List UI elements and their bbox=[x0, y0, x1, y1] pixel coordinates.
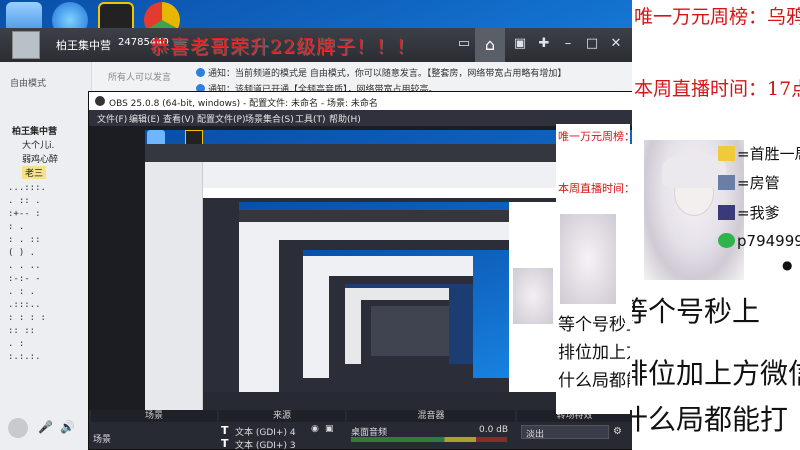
menu-view[interactable]: 查看(V) bbox=[163, 112, 194, 125]
eye-icon[interactable]: ◉ bbox=[311, 424, 319, 434]
group-name[interactable]: 柏王集中营 bbox=[12, 124, 57, 137]
contact-row: =我爹 bbox=[718, 202, 780, 223]
qq-icon: ● bbox=[782, 258, 793, 272]
speak-mode-note: 所有人可以发言 bbox=[108, 73, 172, 83]
scenes-dock-title: 场景 bbox=[91, 410, 217, 422]
notice-line: 通知：当前频道的模式是 自由模式，你可以随意发言。【整套房，网络带宽占用略有增加… bbox=[196, 66, 566, 79]
notice-text: 通知：当前频道的模式是 自由模式，你可以随意发言。【整套房，网络带宽占用略有增加… bbox=[208, 69, 567, 79]
window-icon[interactable]: ▣ bbox=[512, 37, 528, 51]
menu-tools[interactable]: 工具(T) bbox=[295, 112, 326, 125]
menu-help[interactable]: 帮助(H) bbox=[329, 112, 361, 125]
ascii-art-area: ...:::.. :: .:+-- : : .: . :: ( ) .. . .… bbox=[8, 183, 46, 362]
gear-icon[interactable]: ⚙ bbox=[613, 426, 622, 437]
member-item[interactable]: 老三 bbox=[22, 166, 47, 179]
close-icon[interactable]: ✕ bbox=[608, 37, 624, 51]
capture-desktop-3 bbox=[239, 202, 557, 392]
contact-text: =房管 bbox=[737, 174, 780, 192]
image-icon bbox=[718, 175, 735, 190]
text-source-icon: T bbox=[221, 437, 229, 450]
volume-meter bbox=[351, 437, 507, 442]
mixer-level: 0.0 dB bbox=[479, 425, 509, 435]
capture-obs-4 bbox=[279, 240, 509, 392]
hair-shape bbox=[662, 154, 726, 188]
menu-edit[interactable]: 编辑(E) bbox=[129, 112, 160, 125]
capture-obs-6 bbox=[329, 276, 473, 378]
menu-scene-collection[interactable]: 场景集合(S) bbox=[245, 112, 294, 125]
mode-label: 自由模式 bbox=[10, 79, 47, 89]
promo-big-line-1: 等个号秒上 bbox=[632, 295, 761, 328]
speaker-icon[interactable]: 🔊 bbox=[60, 420, 75, 434]
obs-title-bar: OBS 25.0.8 (64-bit, windows) - 配置文件: 未命名… bbox=[89, 92, 632, 110]
capture-desktop-7 bbox=[345, 284, 473, 364]
weekly-ranking-text: 唯一万元周榜：乌鸦家的老弟 bbox=[634, 6, 800, 28]
capture-avatar-art bbox=[513, 268, 553, 324]
microphone-icon[interactable]: 🎤 bbox=[38, 420, 53, 434]
obs-window: OBS 25.0.8 (64-bit, windows) - 配置文件: 未命名… bbox=[88, 91, 633, 450]
capture-yy-7 bbox=[345, 288, 449, 364]
gamepad-icon[interactable]: ✚ bbox=[536, 37, 552, 51]
stream-schedule-text: 本周直播时间：17点-22点 bbox=[634, 78, 800, 100]
capture-yy-sidebar bbox=[145, 162, 203, 410]
maximize-icon[interactable]: □ bbox=[584, 37, 600, 51]
capture-promo-3 bbox=[509, 202, 557, 392]
capture-yy-topbar bbox=[239, 210, 509, 222]
wechat-icon bbox=[718, 233, 735, 248]
image-icon bbox=[718, 205, 735, 220]
contact-text: =首胜一局 bbox=[737, 145, 800, 163]
source-item[interactable]: 文本 (GDI+) 3 bbox=[235, 438, 296, 449]
user-avatar[interactable] bbox=[8, 418, 28, 438]
nested-promo-text: 等个号秒上 bbox=[558, 315, 630, 335]
contact-row: =房管 bbox=[718, 172, 780, 193]
capture-obs-docks bbox=[203, 392, 557, 410]
pencil-icon bbox=[718, 146, 735, 161]
capture-yy-5 bbox=[303, 256, 473, 378]
capture-deeper bbox=[371, 306, 449, 356]
capture-yy-3 bbox=[239, 210, 509, 392]
obs-preview[interactable] bbox=[89, 126, 632, 410]
member-item[interactable]: 弱鸡心醉 bbox=[22, 152, 58, 165]
menu-file[interactable]: 文件(F) bbox=[97, 112, 127, 125]
source-item[interactable]: 文本 (GDI+) 4 bbox=[235, 425, 296, 438]
text-source-icon: T bbox=[221, 424, 229, 437]
capture-desktop-5 bbox=[303, 250, 509, 378]
capture-yy-1 bbox=[145, 144, 557, 410]
capture-obs-titlebar bbox=[203, 188, 557, 198]
sources-dock-title: 来源 bbox=[219, 410, 345, 422]
contact-text: p794999 bbox=[737, 232, 800, 250]
promo-big-line-2: 排位加上方微信 bbox=[632, 357, 800, 390]
capture-obs-2 bbox=[203, 188, 557, 410]
menu-profile[interactable]: 配置文件(P) bbox=[197, 112, 245, 125]
info-icon bbox=[196, 68, 205, 77]
lock-icon[interactable]: ▣ bbox=[325, 424, 334, 434]
yy-sidebar: 自由模式 柏王集中营 大个儿i. 弱鸡心醉 老三 ...:::.. :: .:+… bbox=[0, 62, 92, 450]
nested-promo-text: 排位加上方微信 bbox=[558, 343, 630, 363]
contact-text: =我爹 bbox=[737, 204, 780, 222]
promo-big-line-3: 什么局都能打 bbox=[632, 403, 789, 436]
channel-avatar[interactable] bbox=[12, 31, 40, 59]
congrats-banner: 恭喜老哥荣升22级牌子！！！ bbox=[150, 36, 417, 58]
scene-item[interactable]: 场景 bbox=[93, 432, 111, 445]
capture-obs-8 bbox=[361, 300, 449, 364]
obs-menu-bar: 文件(F) 编辑(E) 查看(V) 配置文件(P) 场景集合(S) 工具(T) … bbox=[89, 110, 632, 126]
home-icon[interactable]: ⌂ bbox=[475, 28, 505, 62]
transition-value: 淡出 bbox=[526, 430, 545, 440]
nested-promo-text: 什么局都能打 bbox=[558, 371, 630, 391]
capture-yy-topbar bbox=[145, 144, 557, 162]
stream-promo-panel: 唯一万元周榜：乌鸦家的老弟 本周直播时间：17点-22点 =首胜一局 =房管 =… bbox=[632, 0, 800, 450]
promo-spacer bbox=[632, 34, 800, 68]
transition-select[interactable]: 淡出 bbox=[521, 425, 609, 440]
channel-name: 柏王集中营 bbox=[56, 39, 111, 52]
nested-promo-text: 唯一万元周榜：乌鸦家的老弟 bbox=[558, 130, 630, 143]
contact-row: p794999 bbox=[718, 232, 800, 250]
obs-logo-icon bbox=[95, 96, 105, 106]
screen-share-icon[interactable]: ▭ bbox=[456, 37, 472, 51]
mixer-dock-title: 混音器 bbox=[347, 410, 515, 422]
member-item[interactable]: 大个儿i. bbox=[22, 138, 54, 151]
contact-row: =首胜一局 bbox=[718, 143, 800, 164]
minimize-icon[interactable]: – bbox=[560, 37, 576, 51]
nested-promo-overlay: 唯一万元周榜：乌鸦家的老弟 本周直播时间：17点-22点 等个号秒上 排位加上方… bbox=[556, 124, 630, 414]
capture-avatar-art bbox=[560, 214, 616, 304]
nested-promo-text: 本周直播时间：17点-22点 bbox=[558, 182, 630, 195]
